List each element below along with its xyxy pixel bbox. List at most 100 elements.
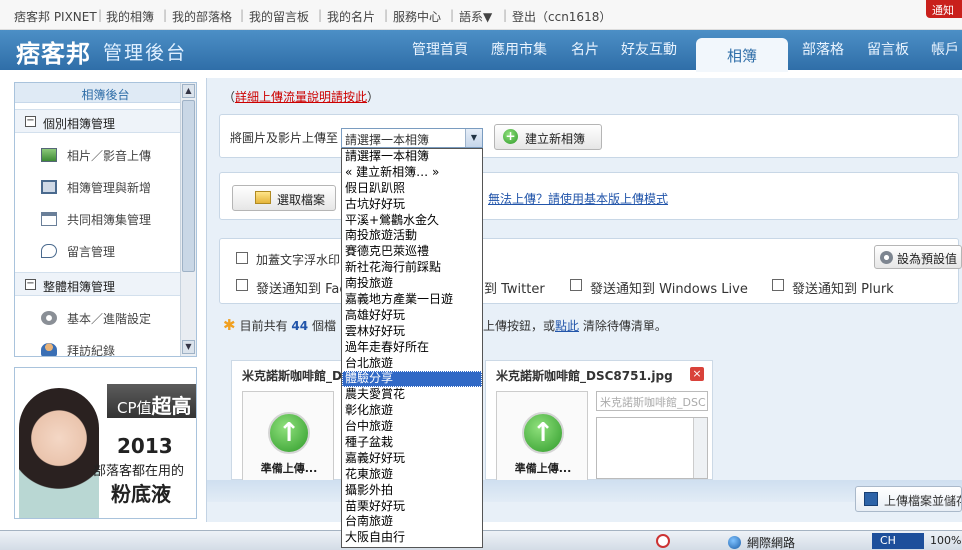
album-option[interactable]: 南投旅遊活動 [342,228,482,244]
album-option[interactable]: 假日趴趴照 [342,181,482,197]
chevron-down-icon[interactable]: ▼ [465,129,482,147]
scroll-up-icon[interactable]: ▲ [182,84,195,98]
sidebar-item-visits[interactable]: 拜訪紀錄 [41,342,115,356]
album-option[interactable]: 平溪+鶯鸛水金久 [342,213,482,229]
nav-friends[interactable]: 好友互動 [621,39,677,59]
album-option[interactable]: 彰化旅遊 [342,403,482,419]
clear-queue-link[interactable]: 點此 [555,319,579,333]
nav-account[interactable]: 帳戶 [931,39,959,59]
upload-to-label: 將圖片及影片上傳至 [230,131,339,145]
photo-title-input[interactable]: 米克諾斯咖啡館_DSC [596,391,708,411]
collapse-icon[interactable]: − [25,116,36,127]
album-option[interactable]: 種子盆栽 [342,435,482,451]
pixnet-logo[interactable]: 痞客邦 [16,34,91,69]
advertisement-banner[interactable]: CP值超高 2013 部落客都在用的 粉底液 [14,367,197,519]
sidebar-item-label: 共同相簿集管理 [67,213,152,227]
nav-album-active-tab[interactable]: 相簿 [696,38,788,72]
save-button-label: 上傳檔案並儲存 [884,494,962,508]
album-option[interactable]: 體驗分享 [342,371,482,388]
album-option[interactable]: 苗栗好好玩 [342,499,482,515]
topbar-logout-link[interactable]: 登出（ccn1618） [512,8,611,25]
topbar-separator: | [384,8,389,22]
watermark-label: 加蓋文字浮水印 [256,253,341,267]
set-default-button[interactable]: 設為預設值 [874,245,962,269]
topbar-link-my-blog[interactable]: 我的部落格 [172,8,232,25]
notification-badge[interactable]: 通知 [926,0,962,18]
scroll-thumb[interactable] [182,100,195,272]
album-option[interactable]: 古坑好好玩 [342,197,482,213]
photo-description-textarea[interactable] [596,417,708,479]
basic-upload-link[interactable]: 無法上傳？請使用基本版上傳模式 [488,190,668,207]
album-option[interactable]: 高雄好好玩 [342,308,482,324]
collapse-icon[interactable]: − [25,279,36,290]
album-option[interactable]: 農夫愛賞花 [342,387,482,403]
sidebar-item-album-manage[interactable]: 相簿管理與新增 [41,179,151,196]
topbar-language-menu[interactable]: 語系▼ [459,8,492,25]
album-option[interactable]: 花東旅遊 [342,467,482,483]
upload-ready-text: 準備上傳... [260,462,318,475]
notify-plurk-checkbox[interactable] [772,279,784,291]
watermark-checkbox[interactable] [236,252,248,264]
nav-admin-home[interactable]: 管理首頁 [412,39,468,59]
album-option[interactable]: 台南旅遊 [342,514,482,530]
globe-icon [728,536,741,549]
scroll-down-icon[interactable]: ▼ [182,340,195,354]
status-text: 清除待傳清單。 [582,319,667,333]
album-option[interactable]: 南投旅遊 [342,276,482,292]
album-option[interactable]: 台中旅遊 [342,419,482,435]
nav-guestbook[interactable]: 留言板 [867,39,909,59]
sidebar-scrollbar[interactable]: ▲ ▼ [180,83,196,356]
ad-text-emphasis: 超高 [151,394,192,418]
sidebar-section-label: 整體相簿管理 [43,280,116,294]
create-album-button[interactable]: + 建立新相簿 [494,124,602,150]
notify-windows-live-checkbox[interactable] [570,279,582,291]
upload-and-save-button[interactable]: 上傳檔案並儲存 [855,486,962,512]
album-option[interactable]: « 建立新相簿… » [342,165,482,181]
sidebar-item-settings[interactable]: 基本／進階設定 [41,310,151,327]
topbar-link-my-guestbook[interactable]: 我的留言板 [249,8,309,25]
album-option[interactable]: 賽德克巴萊巡禮 [342,244,482,260]
traffic-info-link[interactable]: 詳細上傳流量說明請按此 [235,90,367,104]
album-option[interactable]: 嘉義好好玩 [342,451,482,467]
upload-thumbnail: ↑ 準備上傳... [496,391,588,481]
file-select-panel: 選取檔案 無法上傳？請使用基本版上傳模式 [219,172,959,220]
sidebar-item-shared-albums[interactable]: 共同相簿集管理 [41,211,151,228]
album-dropdown-list[interactable]: 請選擇一本相簿 « 建立新相簿… » 假日趴趴照 古坑好好玩 平溪+鶯鸛水金久 南投旅遊活… [341,148,483,548]
nav-card[interactable]: 名片 [571,39,599,59]
sidebar-section-global[interactable]: − 整體相簿管理 [15,272,181,296]
album-option[interactable]: 過年走春好所在 [342,340,482,356]
album-option[interactable]: 大阪自由行 [342,530,482,546]
topbar-link-pixnet[interactable]: 痞客邦 PIXNET [14,8,97,25]
upload-target-panel: 將圖片及影片上傳至 + 建立新相簿 [219,114,959,158]
album-option[interactable]: 攝影外拍 [342,483,482,499]
notify-facebook-checkbox[interactable] [236,279,248,291]
album-option[interactable]: 新社花海行前踩點 [342,260,482,276]
nav-app-market[interactable]: 應用市集 [491,39,547,59]
album-option[interactable]: 台北旅遊 [342,356,482,372]
popup-blocker-icon[interactable] [656,534,670,548]
album-select[interactable]: 請選擇一本相簿 ▼ [341,128,483,148]
sidebar-item-comments[interactable]: 留言管理 [41,243,115,260]
calendar-icon [41,212,57,226]
nav-blog[interactable]: 部落格 [802,39,844,59]
album-option[interactable]: 嘉義地方產業一日遊 [342,292,482,308]
topbar-link-my-album[interactable]: 我的相簿 [106,8,154,25]
ad-tagline: 部落客都在用的 [93,464,185,479]
ad-text: CP值 [117,399,152,417]
sidebar-item-upload[interactable]: 相片／影音上傳 [41,147,151,164]
sidebar-section-individual[interactable]: − 個別相簿管理 [15,109,181,133]
language-indicator[interactable]: CH [872,533,924,549]
album-option[interactable]: 請選擇一本相簿 [342,149,482,165]
remove-file-icon[interactable]: × [690,367,704,381]
set-default-label: 設為預設值 [897,252,958,266]
zoom-level[interactable]: 100% [930,534,961,547]
topbar-separator: | [450,8,455,22]
textarea-scrollbar[interactable] [693,418,707,478]
topbar-link-my-card[interactable]: 我的名片 [327,8,375,25]
speech-bubble-icon [41,244,57,258]
queue-count: 44 [291,319,309,333]
album-option[interactable]: 雲林好好玩 [342,324,482,340]
choose-files-button[interactable]: 選取檔案 [232,185,336,211]
topbar-link-service[interactable]: 服務中心 [393,8,441,25]
create-album-label: 建立新相簿 [525,132,586,146]
